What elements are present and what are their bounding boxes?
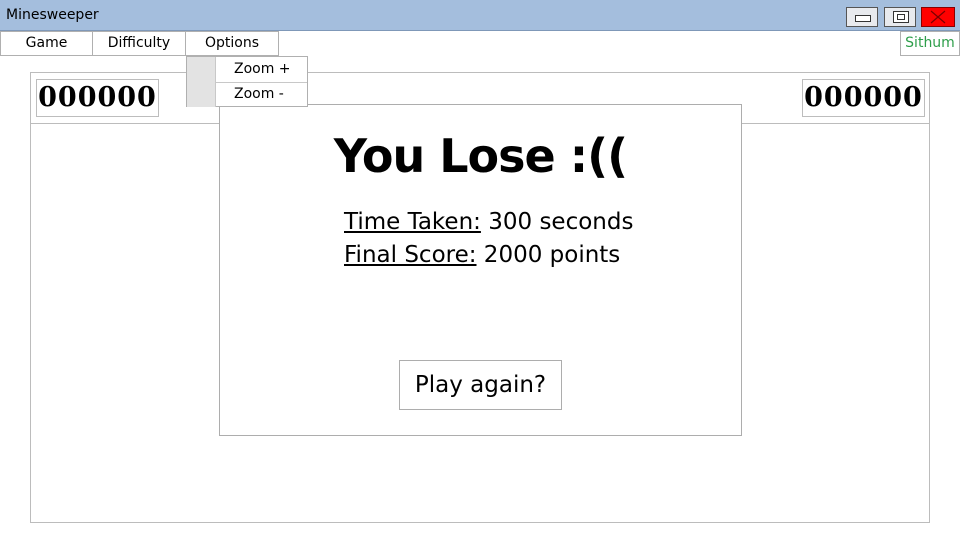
play-again-button[interactable]: Play again? bbox=[399, 360, 562, 410]
score-value: 2000 points bbox=[476, 242, 621, 268]
close-icon bbox=[930, 10, 946, 24]
menu-item-label: Zoom + bbox=[234, 61, 291, 77]
menu-item-zoom-out[interactable]: Zoom - bbox=[187, 82, 307, 107]
time-label: Time Taken: bbox=[344, 209, 481, 235]
close-button[interactable] bbox=[921, 7, 955, 27]
timer-counter: 000000 bbox=[802, 79, 925, 117]
menu-icon-strip bbox=[187, 57, 216, 82]
time-value: 300 seconds bbox=[480, 209, 634, 235]
options-dropdown: Zoom + Zoom - bbox=[186, 56, 308, 107]
maximize-button[interactable] bbox=[884, 7, 916, 27]
menu-game[interactable]: Game bbox=[0, 31, 93, 56]
user-name: Sithum bbox=[900, 31, 960, 56]
time-taken: Time Taken: 300 seconds bbox=[344, 209, 633, 235]
menu-icon-strip bbox=[187, 82, 216, 107]
minimize-icon bbox=[855, 15, 871, 22]
maximize-icon bbox=[893, 11, 909, 23]
window-title: Minesweeper bbox=[6, 7, 99, 23]
minimize-button[interactable] bbox=[846, 7, 878, 27]
menu-difficulty[interactable]: Difficulty bbox=[92, 31, 186, 56]
menu-options[interactable]: Options bbox=[185, 31, 279, 56]
menu-item-label: Zoom - bbox=[234, 86, 284, 102]
mine-counter: 000000 bbox=[36, 79, 159, 117]
menu-item-zoom-in[interactable]: Zoom + bbox=[187, 57, 307, 83]
score-label: Final Score: bbox=[344, 242, 477, 268]
menu-bar: Game Difficulty Options bbox=[0, 31, 960, 56]
game-over-dialog: You Lose :(( Time Taken: 300 seconds Fin… bbox=[219, 104, 742, 436]
dialog-title: You Lose :(( bbox=[333, 129, 628, 183]
title-bar: Minesweeper bbox=[0, 0, 960, 31]
final-score: Final Score: 2000 points bbox=[344, 242, 620, 268]
